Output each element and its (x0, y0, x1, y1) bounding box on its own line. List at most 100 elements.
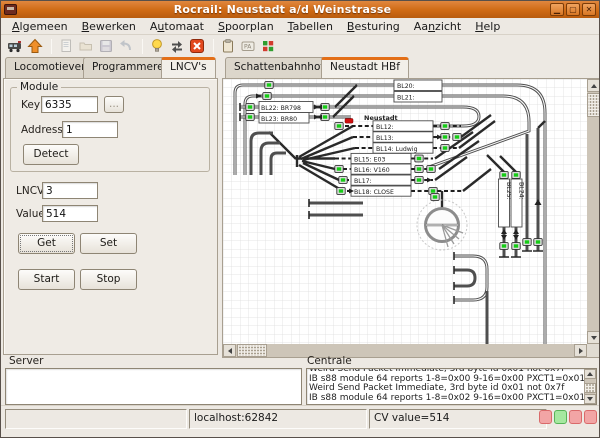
svg-text:PA: PA (244, 44, 252, 51)
menu-tabellen[interactable]: Tabellen (281, 19, 340, 34)
toolbar: PA (1, 35, 599, 57)
status-cell-cv: CV value=514 (369, 409, 547, 429)
power-lamp-icon[interactable] (148, 37, 166, 55)
title-bar[interactable]: Rocrail: Neustadt a/d Weinstrasse ▁ ▢ ✕ (1, 1, 599, 18)
block-bl16[interactable]: BL16: V160 (351, 164, 411, 174)
block-bl15[interactable]: BL15: E03 (351, 153, 411, 163)
plan-pane: Schattenbahnhof Neustadt HBf (220, 57, 600, 358)
signal-red[interactable] (345, 119, 353, 124)
key-label: Key (21, 99, 40, 111)
block-bl17[interactable]: BL17: (351, 175, 411, 185)
close-icon[interactable]: ✕ (582, 3, 596, 16)
tab-label: Neustadt HBf (330, 61, 400, 73)
svg-text:BL13:: BL13: (376, 135, 394, 142)
lncv-label: LNCV (16, 185, 44, 197)
value-input[interactable] (42, 205, 98, 222)
svg-text:BL12:: BL12: (376, 124, 394, 131)
browse-button[interactable]: ... (104, 96, 124, 113)
tab-schattenbahnhof[interactable]: Schattenbahnhof (225, 57, 333, 78)
block-bl14[interactable]: BL14: Ludwig (373, 143, 433, 153)
window-title: Rocrail: Neustadt a/d Weinstrasse (17, 3, 548, 16)
rocrail-train-icon[interactable] (6, 37, 24, 55)
maximize-icon[interactable]: ▢ (566, 3, 580, 16)
rocrail-window: Rocrail: Neustadt a/d Weinstrasse ▁ ▢ ✕ … (0, 0, 600, 438)
save-icon[interactable] (97, 37, 115, 55)
scroll-up-icon[interactable] (587, 79, 600, 92)
block-bl22[interactable]: BL22: BR798 (259, 102, 313, 113)
tab-label: Programmeren (92, 61, 170, 73)
paste-icon[interactable] (219, 37, 237, 55)
svg-text:BL15: E03: BL15: E03 (354, 157, 385, 164)
tab-label: Locomotieven (14, 61, 88, 73)
menu-spoorplan[interactable]: Spoorplan (211, 19, 281, 34)
svg-text:BL20:: BL20: (397, 83, 415, 90)
left-tab-strip: Locomotieven Programmeren LNCV's (3, 57, 222, 78)
block-bl21[interactable]: BL21: (394, 92, 442, 103)
centrale-scroll-thumb[interactable] (584, 383, 596, 393)
scroll-up-icon[interactable] (584, 369, 596, 379)
address-input[interactable] (62, 121, 118, 138)
lncv-input[interactable] (42, 182, 98, 199)
centrale-label: Centrale (307, 355, 352, 367)
block-bl13[interactable]: BL13: (373, 132, 433, 142)
bottom-panels: Server Centrale Weird Send Packet Immedi… (1, 354, 600, 405)
svg-text:BL21:: BL21: (397, 95, 415, 102)
detect-button[interactable]: Detect (23, 144, 79, 165)
go-up-icon[interactable] (26, 37, 44, 55)
status-lamp-1 (539, 410, 552, 424)
accessory-tag-icon[interactable]: PA (239, 37, 257, 55)
server-label: Server (9, 355, 43, 367)
open-icon[interactable] (77, 37, 95, 55)
tab-label: LNCV's (170, 61, 207, 73)
menu-automaat[interactable]: Automaat (143, 19, 211, 34)
block-bl23[interactable]: BL23: BR80 (259, 113, 309, 124)
scroll-down-icon[interactable] (587, 331, 600, 344)
svg-text:BL22: BR798: BL22: BR798 (261, 105, 301, 112)
vertical-scroll-thumb[interactable] (587, 93, 600, 117)
tab-lncvs[interactable]: LNCV's (161, 57, 216, 78)
plan-vertical-scrollbar[interactable] (587, 79, 600, 344)
svg-text:BL18: CLOSE: BL18: CLOSE (354, 189, 394, 196)
status-lamp-3 (569, 410, 582, 424)
menu-algemeen[interactable]: Algemeen (5, 19, 75, 34)
tab-label: Schattenbahnhof (234, 61, 324, 73)
address-label: Address (21, 124, 63, 136)
menu-help[interactable]: Help (468, 19, 507, 34)
svg-text:BL24:: BL24: (518, 182, 525, 200)
start-button[interactable]: Start (18, 269, 75, 290)
minimize-icon[interactable]: ▁ (550, 3, 564, 16)
get-button[interactable]: Get (18, 233, 75, 254)
copy-icon[interactable] (57, 37, 75, 55)
server-log[interactable] (5, 368, 302, 405)
switchboard-icon[interactable] (259, 37, 277, 55)
scroll-down-icon[interactable] (584, 394, 596, 404)
block-bl20[interactable]: BL20: (394, 80, 442, 91)
main-area: Locomotieven Programmeren LNCV's Module … (1, 57, 600, 357)
menu-aanzicht[interactable]: Aanzicht (407, 19, 468, 34)
toolbar-separator (142, 39, 143, 54)
groupbox-title: Module (17, 81, 61, 93)
track-plan-frame: BL20: BL21: BL22: BR798 BL23: BR80 Neust… (222, 78, 600, 358)
track-plan-canvas[interactable]: BL20: BL21: BL22: BR798 BL23: BR80 Neust… (223, 79, 587, 344)
tab-neustadt-hbf[interactable]: Neustadt HBf (321, 57, 409, 78)
module-groupbox: Module Key ... Address Detect (10, 87, 210, 172)
toolbar-separator (51, 39, 52, 54)
log-line: IB s88 module 64 reports 1-8=0x02 9-16=0… (309, 394, 594, 404)
centrale-log[interactable]: Weird Send Packet Immediate, 3rd byte id… (306, 368, 597, 405)
block-bl18[interactable]: BL18: CLOSE (351, 186, 411, 196)
status-lamp-2 (554, 410, 567, 424)
centrale-scrollbar[interactable] (584, 369, 596, 404)
track-plan-svg: BL20: BL21: BL22: BR798 BL23: BR80 Neust… (223, 79, 587, 344)
undo-icon[interactable] (117, 37, 135, 55)
key-input[interactable] (41, 96, 98, 113)
status-lamp-4 (584, 410, 597, 424)
centrale-log-content: Weird Send Packet Immediate, 3rd byte id… (309, 368, 594, 403)
block-bl12[interactable]: BL12: (373, 121, 433, 131)
stop-button[interactable]: Stop (80, 269, 137, 290)
set-button[interactable]: Set (80, 233, 137, 254)
menu-bewerken[interactable]: Bewerken (75, 19, 143, 34)
menu-besturing[interactable]: Besturing (340, 19, 407, 34)
sync-icon[interactable] (168, 37, 186, 55)
emergency-stop-icon[interactable] (188, 37, 206, 55)
svg-text:BL16: V160: BL16: V160 (354, 167, 390, 174)
